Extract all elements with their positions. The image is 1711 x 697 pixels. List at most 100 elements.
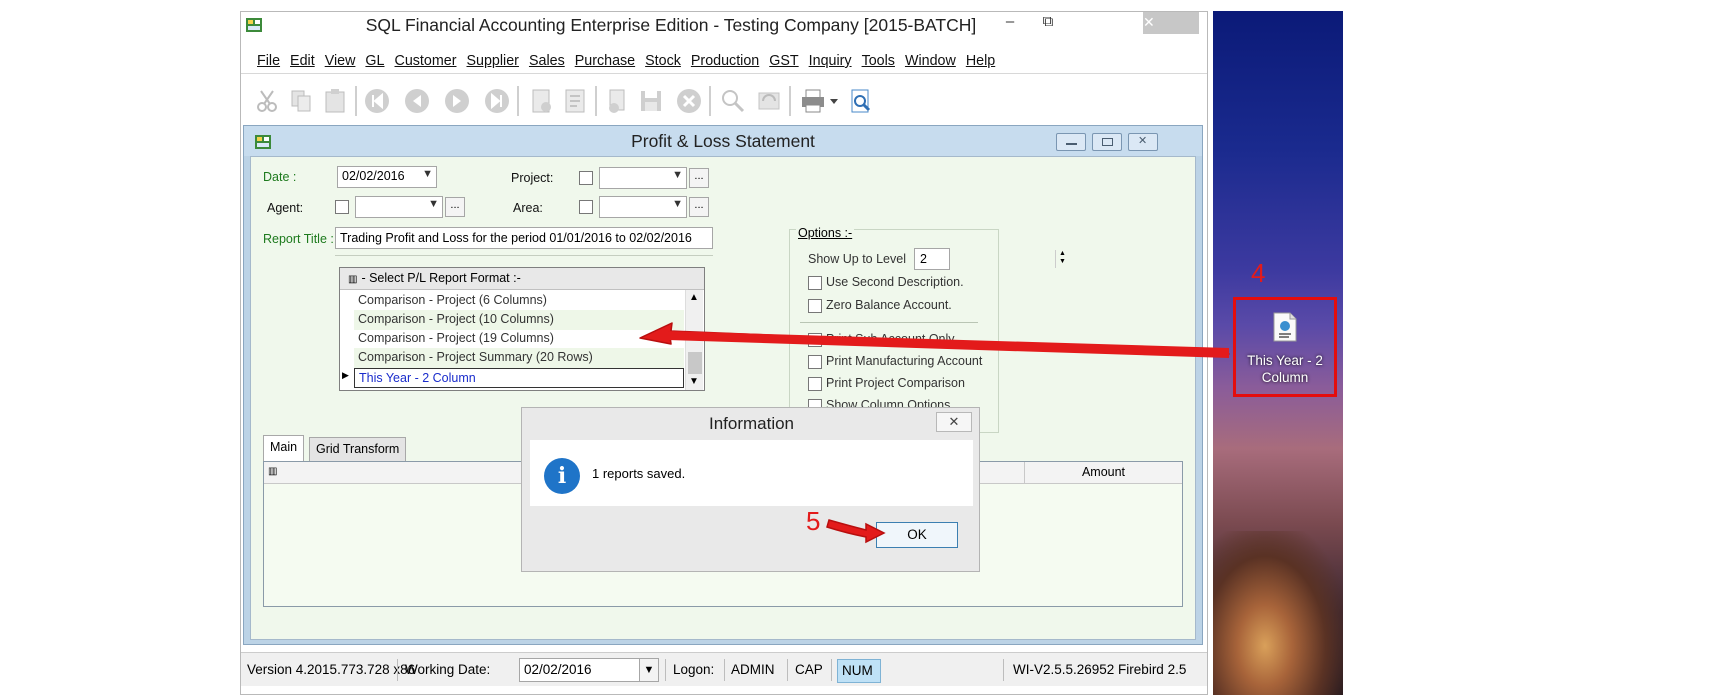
refresh-icon[interactable] [755, 87, 783, 115]
child-close-button[interactable]: ✕ [1128, 133, 1158, 151]
version-text: Version 4.2015.773.728 x86 [247, 662, 416, 677]
menu-supplier[interactable]: Supplier [466, 48, 518, 74]
menu-tools[interactable]: Tools [862, 48, 895, 74]
chevron-down-icon[interactable]: ▼ [689, 376, 699, 387]
agent-combo[interactable]: ▼ [355, 196, 443, 218]
close-button[interactable]: ✕ [1143, 12, 1199, 34]
grid-indicator-icon: ▥ [268, 466, 278, 477]
agent-lookup-button[interactable]: ... [445, 197, 465, 217]
dialog-close-button[interactable]: ✕ [936, 412, 972, 432]
show-level-spinner[interactable]: 2 ▲ ▼ [914, 248, 1066, 270]
menu-view[interactable]: View [325, 48, 356, 74]
chevron-down-icon[interactable] [827, 87, 841, 115]
tab-grid-transform[interactable]: Grid Transform [309, 437, 407, 461]
report-title-input[interactable]: Trading Profit and Loss for the period 0… [335, 227, 713, 249]
chevron-down-icon[interactable]: ▼ [639, 658, 659, 682]
report-format-list[interactable]: ▥ - Select P/L Report Format :- Compariso… [339, 267, 705, 391]
delete-icon[interactable] [603, 87, 631, 115]
menu-purchase[interactable]: Purchase [575, 48, 635, 74]
scrollbar-thumb[interactable] [688, 352, 702, 374]
dialog-message: 1 reports saved. [592, 466, 686, 481]
new-icon[interactable] [527, 87, 555, 115]
amount-column-header[interactable]: Amount [1024, 462, 1182, 484]
menu-customer[interactable]: Customer [395, 48, 457, 74]
first-record-icon[interactable] [363, 87, 391, 115]
menu-help[interactable]: Help [966, 48, 995, 74]
menu-inquiry[interactable]: Inquiry [809, 48, 852, 74]
find-icon[interactable] [719, 87, 747, 115]
wallpaper-scene [1213, 531, 1343, 695]
menu-window[interactable]: Window [905, 48, 956, 74]
menu-gl[interactable]: GL [365, 48, 384, 74]
next-record-icon[interactable] [443, 87, 471, 115]
menu-production[interactable]: Production [691, 48, 759, 74]
toolbar-separator [789, 86, 791, 116]
spinner-arrows-icon[interactable]: ▲ ▼ [1055, 250, 1069, 268]
minimize-button[interactable]: – [993, 12, 1027, 34]
list-item[interactable]: Comparison - Project (6 Columns) [354, 291, 684, 311]
tab-main[interactable]: Main [263, 435, 305, 461]
use-second-description-checkbox[interactable] [808, 275, 822, 290]
print-project-comparison-checkbox[interactable] [808, 376, 822, 391]
options-group: Options :- Show Up to Level 2 ▲ ▼ Use Sec… [789, 226, 1066, 433]
date-combo[interactable]: 02/02/2016 ▼ [337, 166, 437, 188]
list-item[interactable]: Comparison - Project (19 Columns) [354, 329, 684, 349]
child-minimize-button[interactable] [1056, 133, 1086, 151]
chevron-down-icon: ▼ [672, 198, 683, 210]
menu-stock[interactable]: Stock [645, 48, 681, 74]
list-item[interactable]: Comparison - Project Summary (20 Rows) [354, 348, 684, 368]
list-item[interactable]: Comparison - Project (10 Columns) [354, 310, 684, 330]
child-restore-button[interactable] [1092, 133, 1122, 151]
ok-button[interactable]: OK [876, 522, 958, 548]
paste-icon[interactable] [321, 87, 349, 115]
print-sub-account-option[interactable]: Print Sub Account Only [808, 332, 955, 347]
project-combo[interactable]: ▼ [599, 167, 687, 189]
last-record-icon[interactable] [483, 87, 511, 115]
date-value: 02/02/2016 [342, 169, 405, 183]
menu-file[interactable]: File [257, 48, 280, 74]
database-version: WI-V2.5.5.26952 Firebird 2.5 [1013, 662, 1187, 677]
step-number-5: 5 [806, 506, 821, 536]
cancel-icon[interactable] [675, 87, 703, 115]
print-icon[interactable] [799, 87, 827, 115]
area-checkbox[interactable] [579, 200, 593, 214]
print-project-comparison-option[interactable]: Print Project Comparison [808, 376, 965, 391]
scrollbar[interactable]: ▲ ▼ [685, 290, 703, 390]
toolbar-separator [355, 86, 357, 116]
date-label: Date : [263, 170, 297, 184]
save-icon[interactable] [637, 87, 665, 115]
working-date-field[interactable]: 02/02/2016 [519, 658, 645, 682]
agent-checkbox[interactable] [335, 200, 349, 214]
area-combo[interactable]: ▼ [599, 196, 687, 218]
print-sub-account-checkbox[interactable] [808, 332, 822, 347]
list-item-selected[interactable]: This Year - 2 Column [354, 368, 684, 388]
status-bar: Version 4.2015.773.728 x86 Working Date:… [241, 652, 1207, 686]
toolbar [247, 80, 1197, 122]
preview-icon[interactable] [847, 87, 875, 115]
chevron-down-icon: ▼ [672, 169, 683, 181]
previous-record-icon[interactable] [403, 87, 431, 115]
chevron-down-icon: ▼ [422, 168, 433, 180]
step-number-4: 4 [1251, 258, 1266, 288]
chevron-up-icon[interactable]: ▲ [689, 292, 699, 303]
menu-edit[interactable]: Edit [290, 48, 315, 74]
area-lookup-button[interactable]: ... [689, 197, 709, 217]
zero-balance-checkbox[interactable] [808, 298, 822, 313]
desktop-file-icon[interactable]: This Year - 2 Column [1233, 297, 1337, 397]
cut-icon[interactable] [253, 87, 281, 115]
project-checkbox[interactable] [579, 171, 593, 185]
menu-sales[interactable]: Sales [529, 48, 565, 74]
project-lookup-button[interactable]: ... [689, 168, 709, 188]
menu-gst[interactable]: GST [769, 48, 798, 74]
print-manufacturing-checkbox[interactable] [808, 354, 822, 369]
copy-icon[interactable] [287, 87, 315, 115]
report-format-header: ▥ - Select P/L Report Format :- [340, 268, 704, 290]
use-second-description-option[interactable]: Use Second Description. [808, 275, 964, 290]
edit-icon[interactable] [561, 87, 589, 115]
zero-balance-option[interactable]: Zero Balance Account. [808, 298, 952, 313]
child-title-bar: Profit & Loss Statement ✕ [244, 126, 1202, 156]
report-file-icon [1273, 312, 1297, 342]
print-manufacturing-option[interactable]: Print Manufacturing Account [808, 354, 982, 369]
restore-button[interactable]: ⧉ [1031, 12, 1065, 34]
dialog-title: Information [708, 414, 795, 433]
